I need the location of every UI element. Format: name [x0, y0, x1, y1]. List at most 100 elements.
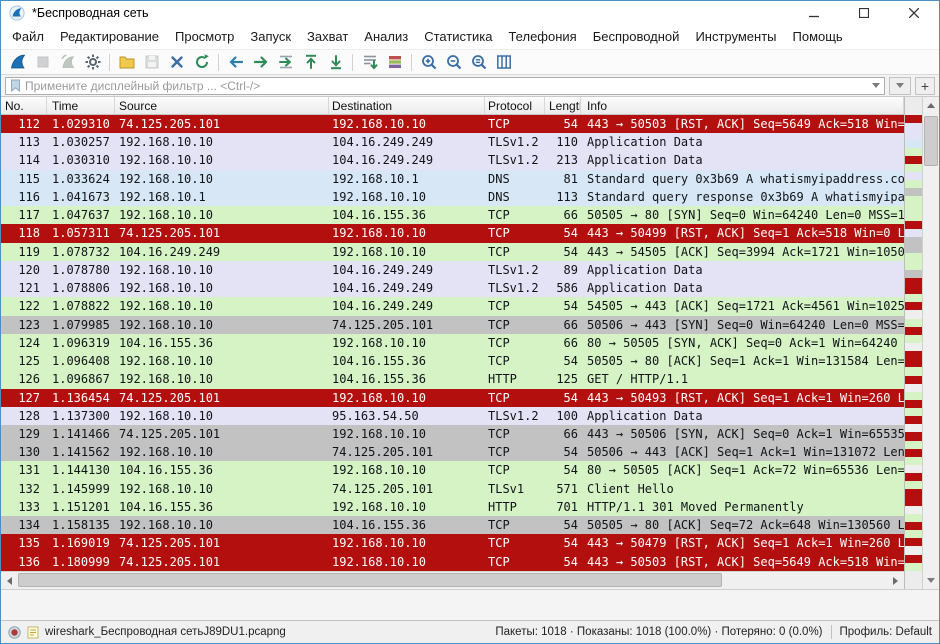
column-header-length[interactable]: Length [545, 97, 581, 114]
packet-row[interactable]: 1201.078780192.168.10.10104.16.249.249TL… [1, 261, 904, 279]
go-forward-button[interactable] [248, 50, 273, 74]
horizontal-scrollbar[interactable] [1, 571, 904, 589]
capture-comment-icon[interactable] [27, 626, 39, 639]
open-file-button[interactable] [114, 50, 139, 74]
vertical-scrollbar[interactable] [922, 97, 939, 589]
menu-item-wireless[interactable]: Беспроводной [585, 25, 688, 49]
packet-minimap[interactable] [904, 97, 922, 589]
horizontal-scroll-thumb[interactable] [18, 573, 722, 587]
column-header-info[interactable]: Info [581, 97, 904, 114]
column-header-no[interactable]: No. [1, 97, 47, 114]
packet-row[interactable]: 1261.096867192.168.10.10104.16.155.36HTT… [1, 370, 904, 388]
menu-item-edit[interactable]: Редактирование [52, 25, 167, 49]
capture-options-button[interactable] [80, 50, 105, 74]
zoom-in-button[interactable] [416, 50, 441, 74]
packet-row[interactable]: 1131.030257192.168.10.10104.16.249.249TL… [1, 133, 904, 151]
minimize-button[interactable] [789, 1, 839, 25]
packet-row[interactable]: 1271.13645474.125.205.101192.168.10.10TC… [1, 389, 904, 407]
filter-history-chevron-icon[interactable] [872, 83, 880, 88]
zoom-original-button[interactable] [466, 50, 491, 74]
menu-item-help[interactable]: Помощь [785, 25, 851, 49]
menu-item-capture[interactable]: Захват [299, 25, 356, 49]
resize-columns-icon [495, 53, 513, 71]
packet-row[interactable]: 1281.137300192.168.10.1095.163.54.50TLSv… [1, 407, 904, 425]
cell-time: 1.136454 [47, 389, 115, 407]
vertical-scroll-thumb[interactable] [924, 116, 938, 166]
cell-proto: TCP [485, 534, 545, 552]
close-file-icon [168, 53, 186, 71]
menu-item-go[interactable]: Запуск [242, 25, 299, 49]
menu-item-view[interactable]: Просмотр [167, 25, 242, 49]
packet-row[interactable]: 1231.079985192.168.10.1074.125.205.101TC… [1, 316, 904, 334]
close-file-button[interactable] [164, 50, 189, 74]
colorize-packets-button[interactable] [382, 50, 407, 74]
cell-proto: TCP [485, 316, 545, 334]
minimap-stripe [905, 335, 922, 343]
go-to-bottom-button[interactable] [323, 50, 348, 74]
packet-row[interactable]: 1161.041673192.168.10.1192.168.10.10DNS1… [1, 188, 904, 206]
expert-info-icon[interactable] [8, 626, 21, 639]
filter-add-button[interactable]: + [915, 77, 935, 95]
packet-row[interactable]: 1191.078732104.16.249.249192.168.10.10TC… [1, 243, 904, 261]
filter-bookmark-icon[interactable] [10, 79, 21, 92]
packet-row[interactable]: 1151.033624192.168.10.10192.168.10.1DNS8… [1, 170, 904, 188]
cell-proto: TCP [485, 352, 545, 370]
go-to-top-button[interactable] [298, 50, 323, 74]
packet-row[interactable]: 1351.16901974.125.205.101192.168.10.10TC… [1, 534, 904, 552]
packet-row[interactable]: 1331.151201104.16.155.36192.168.10.10HTT… [1, 498, 904, 516]
column-header-source[interactable]: Source [115, 97, 329, 114]
packet-row[interactable]: 1181.05731174.125.205.101192.168.10.10TC… [1, 224, 904, 242]
filter-expression-dropdown[interactable] [889, 77, 911, 95]
column-header-protocol[interactable]: Protocol [485, 97, 545, 114]
menu-item-statistics[interactable]: Статистика [416, 25, 500, 49]
minimap-stripe [905, 180, 922, 188]
auto-scroll-button[interactable] [357, 50, 382, 74]
menu-item-file[interactable]: Файл [4, 25, 52, 49]
packet-row[interactable]: 1291.14146674.125.205.101192.168.10.10TC… [1, 425, 904, 443]
resize-columns-button[interactable] [491, 50, 516, 74]
packet-row[interactable]: 1141.030310192.168.10.10104.16.249.249TL… [1, 151, 904, 169]
maximize-button[interactable] [839, 1, 889, 25]
menu-item-telephony[interactable]: Телефония [500, 25, 584, 49]
column-header-destination[interactable]: Destination [329, 97, 485, 114]
go-to-packet-icon [277, 53, 295, 71]
zoom-out-button[interactable] [441, 50, 466, 74]
scroll-left-button[interactable] [1, 572, 18, 589]
scroll-right-button[interactable] [887, 572, 904, 589]
scroll-up-button[interactable] [923, 97, 940, 114]
horizontal-scroll-track[interactable] [18, 572, 887, 589]
go-back-button[interactable] [223, 50, 248, 74]
cell-proto: TLSv1.2 [485, 261, 545, 279]
packet-row[interactable]: 1321.145999192.168.10.1074.125.205.101TL… [1, 480, 904, 498]
minimap-stripe [905, 156, 922, 164]
packet-row[interactable]: 1251.096408192.168.10.10104.16.155.36TCP… [1, 352, 904, 370]
cell-dst: 104.16.155.36 [329, 516, 485, 534]
cell-time: 1.180999 [47, 553, 115, 571]
start-capture-button[interactable] [5, 50, 30, 74]
packet-row[interactable]: 1241.096319104.16.155.36192.168.10.10TCP… [1, 334, 904, 352]
packet-row[interactable]: 1341.158135192.168.10.10104.16.155.36TCP… [1, 516, 904, 534]
menu-item-analyze[interactable]: Анализ [356, 25, 416, 49]
packet-row[interactable]: 1361.18099974.125.205.101192.168.10.10TC… [1, 553, 904, 571]
packet-row[interactable]: 1171.047637192.168.10.10104.16.155.36TCP… [1, 206, 904, 224]
packet-row[interactable]: 1121.02931074.125.205.101192.168.10.10TC… [1, 115, 904, 133]
cell-no: 119 [1, 243, 47, 261]
scroll-down-button[interactable] [923, 572, 940, 589]
save-file-button [139, 50, 164, 74]
menu-item-tools[interactable]: Инструменты [687, 25, 784, 49]
go-to-packet-button[interactable] [273, 50, 298, 74]
minimap-stripe [905, 270, 922, 278]
packet-row[interactable]: 1311.144130104.16.155.36192.168.10.10TCP… [1, 461, 904, 479]
profile-label[interactable]: Профиль: Default [840, 626, 932, 638]
vertical-scroll-track[interactable] [923, 114, 939, 572]
cell-src: 192.168.10.10 [115, 480, 329, 498]
menubar: ФайлРедактированиеПросмотрЗапускЗахватАн… [1, 25, 939, 49]
display-filter-input[interactable] [25, 79, 868, 93]
packet-row[interactable]: 1301.141562192.168.10.1074.125.205.101TC… [1, 443, 904, 461]
packet-row[interactable]: 1211.078806192.168.10.10104.16.249.249TL… [1, 279, 904, 297]
packet-row[interactable]: 1221.078822192.168.10.10104.16.249.249TC… [1, 297, 904, 315]
reload-file-button[interactable] [189, 50, 214, 74]
column-header-time[interactable]: Time [47, 97, 115, 114]
close-button[interactable] [889, 1, 939, 25]
minimap-stripe [905, 555, 922, 563]
